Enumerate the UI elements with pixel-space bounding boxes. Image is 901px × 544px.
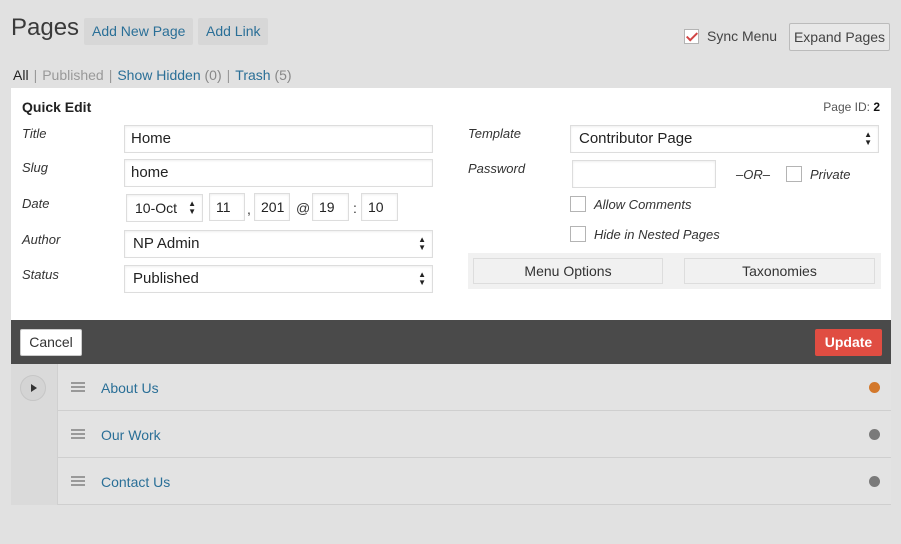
page-id-label: Page ID: [823,100,870,114]
status-dot [869,382,880,393]
quick-edit-footer: Cancel Update [11,320,891,364]
status-dot [869,429,880,440]
taxonomies-button[interactable]: Taxonomies [684,258,875,284]
trash-count: (5) [274,67,292,83]
date-month-select[interactable]: 10-Oct ▲ ▼ [126,194,203,222]
drag-handle-icon[interactable] [71,476,85,486]
cancel-button[interactable]: Cancel [20,329,82,356]
list-item[interactable]: Contact Us [11,458,891,505]
row-gutter [11,411,58,458]
update-button[interactable]: Update [815,329,882,356]
date-minute-input[interactable]: 10 [361,193,398,221]
private-checkbox[interactable] [785,166,802,182]
sync-menu-label: Sync Menu [707,28,778,44]
template-select[interactable]: Contributor Page ▲ ▼ [570,125,879,153]
list-item[interactable]: Our Work [11,411,891,458]
filter-published[interactable]: Published [42,67,104,83]
sync-menu-checkbox[interactable] [684,28,699,44]
pages-list: About Us Our Work Contact Us [11,364,891,505]
options-bar: Menu Options Taxonomies [468,253,881,289]
status-filter-nav: All | Published | Show Hidden (0) | Trash (5) [13,67,292,83]
status-label: Status [22,267,59,282]
nav-separator: | [226,67,231,83]
filter-trash[interactable]: Trash [235,67,270,83]
status-select[interactable]: Published ▲ ▼ [124,265,433,293]
allow-comments-option[interactable]: Allow Comments [570,196,692,212]
menu-options-button[interactable]: Menu Options [473,258,663,284]
page-link[interactable]: About Us [101,380,159,396]
nav-separator: | [33,67,38,83]
title-input[interactable]: Home [124,125,433,153]
select-arrows-icon: ▲ ▼ [418,235,426,252]
status-dot [869,476,880,487]
nav-separator: | [108,67,113,83]
allow-comments-label: Allow Comments [594,196,692,212]
page-link[interactable]: Our Work [101,427,161,443]
template-label: Template [468,126,521,141]
page-title: Pages [11,14,80,41]
show-hidden-count: (0) [204,67,222,83]
hide-nested-label: Hide in Nested Pages [594,226,720,242]
add-link-button[interactable]: Add Link [198,18,269,45]
author-select[interactable]: NP Admin ▲ ▼ [124,230,433,258]
filter-all[interactable]: All [13,67,29,83]
select-arrows-icon: ▲ ▼ [188,199,196,216]
page-link[interactable]: Contact Us [101,474,170,490]
status-value: Published [133,270,199,287]
quick-edit-panel: Quick Edit Page ID: 2 Title Home Slug ho… [11,88,891,320]
slug-label: Slug [22,160,49,175]
author-label: Author [22,232,61,247]
page-id: Page ID: 2 [823,100,880,114]
date-colon: : [353,200,357,216]
select-arrows-icon: ▲ ▼ [864,130,872,147]
filter-show-hidden[interactable]: Show Hidden [117,67,200,83]
row-gutter [11,458,58,505]
template-value: Contributor Page [579,130,693,147]
date-at: @ [296,200,311,216]
title-label: Title [22,126,47,141]
hide-nested-checkbox[interactable] [570,226,586,242]
select-arrows-icon: ▲ ▼ [418,270,426,287]
password-input[interactable] [572,160,716,188]
allow-comments-checkbox[interactable] [570,196,586,212]
date-hour-input[interactable]: 19 [312,193,349,221]
drag-handle-icon[interactable] [71,429,85,439]
add-new-page-button[interactable]: Add New Page [84,18,194,45]
private-option: –OR– Private [736,166,850,182]
sync-menu-toggle[interactable]: Sync Menu [684,28,777,44]
date-month-value: 10-Oct [135,200,178,216]
hide-nested-option[interactable]: Hide in Nested Pages [570,226,720,242]
list-item[interactable]: About Us [11,364,891,411]
slug-input[interactable]: home [124,159,433,187]
author-value: NP Admin [133,235,200,252]
date-day-input[interactable]: 11 [209,193,245,221]
page-id-value: 2 [873,100,880,114]
expand-pages-button[interactable]: Expand Pages [789,23,890,51]
expand-toggle-icon[interactable] [20,375,46,401]
date-comma: , [247,201,251,217]
password-label: Password [468,161,526,176]
private-label: Private [809,166,851,182]
quick-edit-title: Quick Edit [22,99,92,115]
date-label: Date [22,196,50,211]
date-year-input[interactable]: 201 [254,193,290,221]
or-label: –OR– [736,166,770,182]
drag-handle-icon[interactable] [71,382,85,392]
